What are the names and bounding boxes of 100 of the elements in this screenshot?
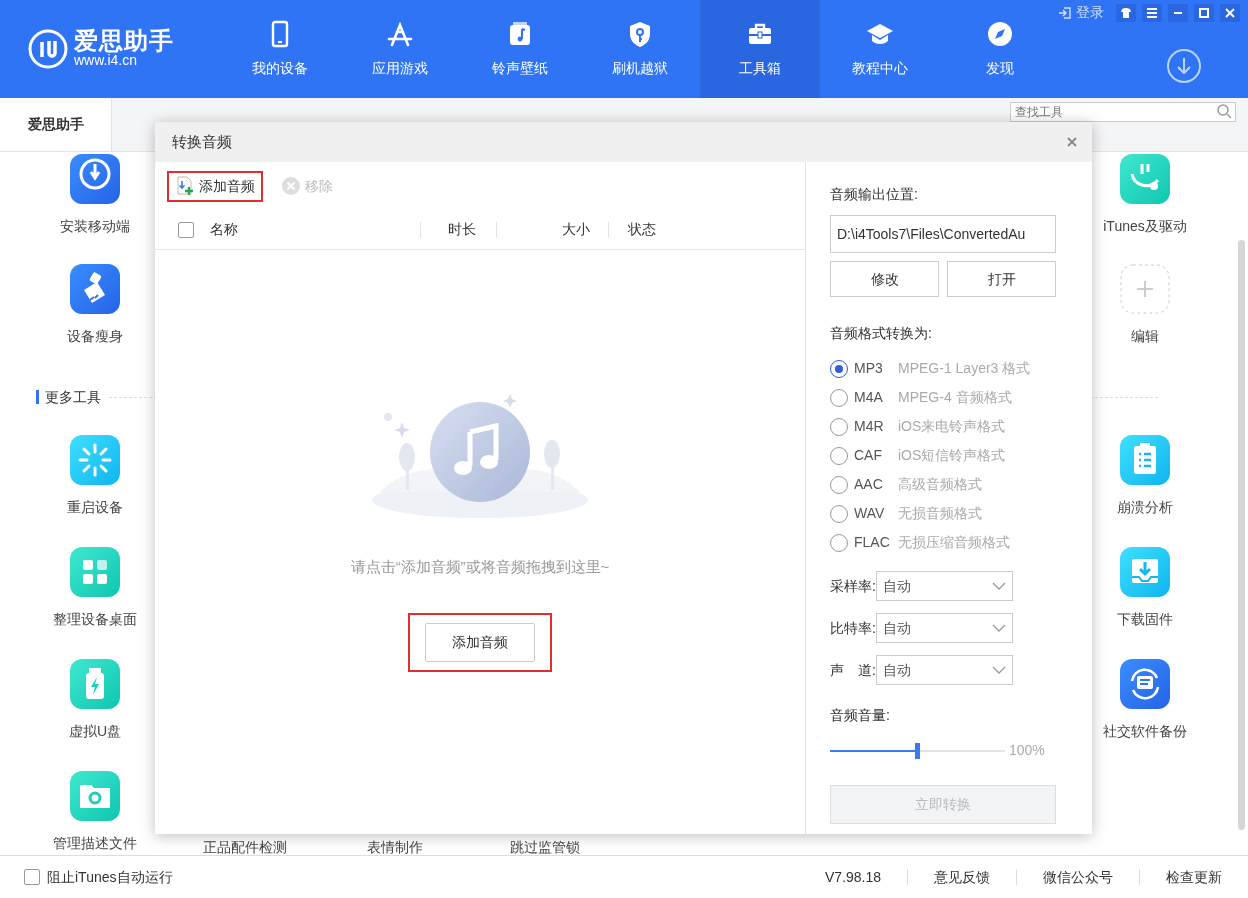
status-link[interactable]: 意见反馈	[907, 869, 1016, 885]
empty-message: 请点击“添加音频”或将音频拖拽到这里~	[350, 557, 610, 577]
nav-tab[interactable]: 教程中心	[820, 0, 940, 98]
radio-button[interactable]	[830, 504, 848, 523]
nav-tab[interactable]: 应用游戏	[340, 0, 460, 98]
format-description: iOS来电铃声格式	[898, 417, 1006, 436]
field-label: 音频格式转换为:	[830, 324, 933, 343]
maximize-icon[interactable]	[1197, 5, 1211, 20]
radio-button[interactable]	[830, 388, 848, 407]
clipboard-list-icon[interactable]	[1120, 435, 1170, 485]
usb-drive-icon[interactable]	[70, 659, 120, 709]
column-header: 大小	[562, 220, 590, 239]
format-description: MPEG-1 Layer3 格式	[898, 359, 1031, 378]
nav-tab[interactable]: 刷机越狱	[580, 0, 700, 98]
tool-item[interactable]: 编辑	[1070, 264, 1220, 374]
grid-squares-icon[interactable]	[70, 547, 120, 597]
path-button[interactable]: 打开	[947, 261, 1056, 297]
path-button[interactable]: 修改	[830, 261, 939, 297]
shirt-icon[interactable]	[1119, 5, 1133, 20]
tool-label[interactable]: 正品配件检测	[170, 837, 320, 855]
format-name[interactable]: M4R	[854, 416, 892, 437]
select-all-checkbox[interactable]	[178, 221, 194, 238]
format-name[interactable]: AAC	[854, 474, 892, 495]
field-label: 音频输出位置:	[830, 185, 919, 204]
field-label: 音频音量:	[830, 706, 891, 725]
tool-item[interactable]: 管理描述文件	[20, 771, 170, 855]
file-plus-icon	[175, 176, 195, 196]
radio-button[interactable]	[830, 359, 848, 378]
format-description: 无损压缩音频格式	[898, 533, 1010, 552]
column-header: 时长	[448, 220, 476, 239]
tool-item[interactable]: iTunes及驱动	[1070, 154, 1220, 264]
dialog-title: 转换音频	[172, 131, 232, 152]
logo-icon	[28, 29, 68, 69]
format-description: iOS短信铃声格式	[898, 446, 1006, 465]
tab[interactable]: 爱思助手	[0, 98, 112, 151]
tool-item[interactable]: 下载固件	[1070, 547, 1220, 659]
remove-circle-icon	[281, 176, 301, 196]
format-description: 高级音频格式	[898, 475, 982, 494]
radio-button[interactable]	[830, 446, 848, 465]
menu-icon[interactable]	[1145, 5, 1159, 20]
nav-tab[interactable]: 我的设备	[220, 0, 340, 98]
itunes-checkbox[interactable]: 阻止iTunes自动运行	[24, 866, 173, 888]
search-field[interactable]: 查找工具	[1010, 102, 1236, 122]
scrollbar[interactable]	[1238, 240, 1245, 830]
volume-reading: 100%	[1009, 741, 1045, 760]
column-header: 状态	[628, 220, 656, 239]
version-text: V7.98.18	[824, 867, 882, 887]
field-label: 声 道:	[830, 660, 876, 680]
nav-tab[interactable]: 铃声壁纸	[460, 0, 580, 98]
chevron-down-icon	[991, 624, 1006, 632]
field-label: 比特率:	[830, 618, 876, 638]
format-name[interactable]: CAF	[854, 445, 892, 466]
format-name[interactable]: WAV	[854, 503, 892, 524]
path-field[interactable]: D:\i4Tools7\Files\ConvertedAu	[830, 215, 1056, 253]
radio-button[interactable]	[830, 533, 848, 552]
dropdown[interactable]: 自动	[875, 613, 1013, 643]
add-audio-button[interactable]: 添加音频	[425, 622, 535, 662]
tool-item[interactable]: 崩溃分析	[1070, 435, 1220, 547]
tool-item[interactable]: 虚拟U盘	[20, 659, 170, 771]
chevron-down-icon	[991, 582, 1006, 590]
letter-a-icon	[386, 20, 414, 48]
tool-label[interactable]: 表情制作	[320, 837, 470, 855]
format-name[interactable]: FLAC	[854, 532, 892, 553]
dropdown[interactable]: 自动	[875, 571, 1013, 601]
chevron-down-icon	[991, 666, 1006, 674]
format-description: 无损音频格式	[898, 504, 982, 523]
status-link[interactable]: 检查更新	[1139, 869, 1248, 885]
logo-url: www.i4.cn	[74, 53, 139, 69]
tool-item[interactable]: 安装移动端	[20, 154, 170, 264]
column-header: 名称	[210, 220, 238, 239]
section-title: 更多工具	[36, 390, 101, 404]
tool-item[interactable]: 整理设备桌面	[20, 547, 170, 659]
radio-button[interactable]	[830, 417, 848, 436]
nav-tab[interactable]: 发现	[940, 0, 1060, 98]
tool-item[interactable]: 社交软件备份	[1070, 659, 1220, 771]
download-tray-icon[interactable]	[1120, 547, 1170, 597]
download-icon[interactable]	[1166, 48, 1202, 84]
tool-item[interactable]: 设备瘦身	[20, 264, 170, 374]
search-icon[interactable]	[1216, 103, 1232, 119]
nav-tab[interactable]: 工具箱	[700, 0, 820, 98]
field-label: 采样率:	[830, 576, 876, 596]
format-description: MPEG-4 音频格式	[898, 388, 1012, 407]
status-link[interactable]: 微信公众号	[1016, 869, 1139, 885]
close-icon[interactable]	[1223, 5, 1237, 20]
add-audio-button[interactable]: 添加音频	[167, 170, 263, 202]
tool-label[interactable]: 跳过监管锁	[470, 837, 620, 855]
compass-icon	[986, 20, 1014, 48]
login-icon	[1058, 5, 1072, 20]
format-name[interactable]: MP3	[854, 358, 892, 379]
chat-cycle-icon[interactable]	[1120, 659, 1170, 709]
slider-thumb[interactable]	[914, 742, 920, 759]
radio-button[interactable]	[830, 475, 848, 494]
close-icon[interactable]	[1066, 136, 1078, 148]
format-name[interactable]: M4A	[854, 387, 892, 408]
tool-item[interactable]: 重启设备	[20, 435, 170, 547]
logo-title: 爱思助手	[74, 29, 174, 54]
add-tile-icon[interactable]	[1120, 264, 1170, 314]
sunburst-icon[interactable]	[70, 435, 120, 485]
dropdown[interactable]: 自动	[875, 655, 1013, 685]
folder-gear-icon[interactable]	[70, 771, 120, 821]
